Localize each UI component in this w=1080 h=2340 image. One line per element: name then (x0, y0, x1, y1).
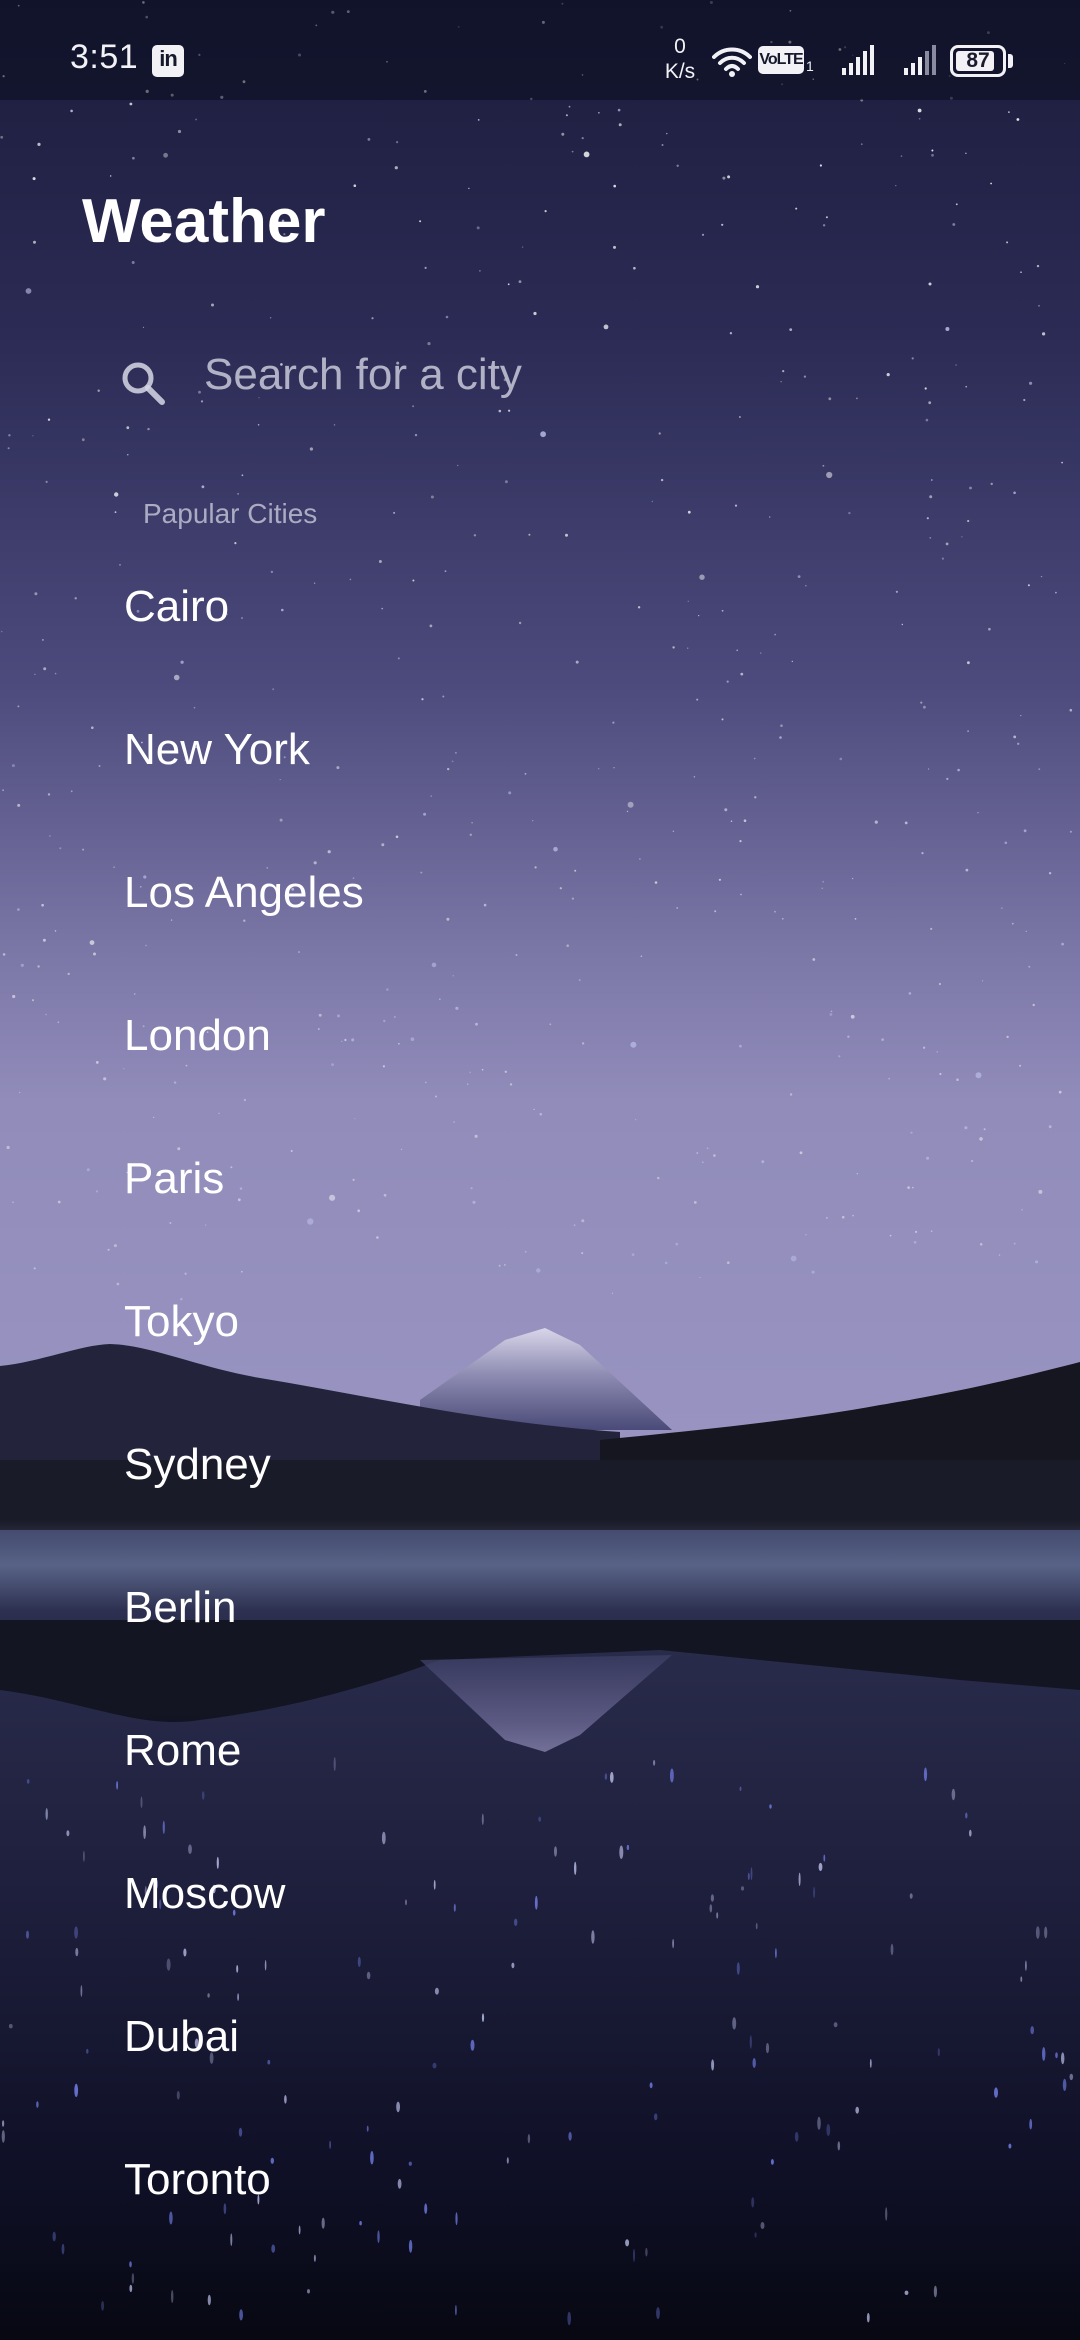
status-time: 3:51 (70, 38, 139, 76)
network-speed-value: 0 (674, 35, 686, 58)
city-item[interactable]: Tokyo (0, 1255, 1080, 1398)
search-bar[interactable] (100, 320, 980, 430)
network-speed: 0 K/s (656, 34, 704, 84)
city-item[interactable]: Dubai (0, 1970, 1080, 2113)
battery-level: 87 (966, 49, 990, 72)
city-list: Cairo New York Los Angeles London Paris Tokyo… (0, 540, 1080, 2256)
linkedin-icon: in (152, 45, 184, 77)
battery-icon: 87 (950, 45, 1006, 77)
volte-icon: VoLTE (758, 46, 804, 74)
wifi-icon (712, 47, 752, 77)
search-icon (122, 362, 165, 405)
city-item[interactable]: Rome (0, 1684, 1080, 1827)
status-bar: 3:51 in 0 K/s VoLTE 1 87 (0, 0, 1080, 100)
search-input[interactable] (204, 340, 964, 410)
page-title: Weather (82, 187, 326, 256)
city-item[interactable]: Moscow (0, 1827, 1080, 1970)
city-item[interactable]: New York (0, 683, 1080, 826)
city-item[interactable]: Berlin (0, 1541, 1080, 1684)
city-item[interactable]: Cairo (0, 540, 1080, 683)
signal-icon (842, 45, 874, 75)
section-label: Papular Cities (143, 498, 318, 529)
city-item[interactable]: London (0, 969, 1080, 1112)
battery-tip (1008, 54, 1013, 68)
signal-icon (904, 45, 936, 75)
sim-number: 1 (806, 58, 814, 74)
network-speed-unit: K/s (664, 60, 696, 83)
city-item[interactable]: Paris (0, 1112, 1080, 1255)
city-item[interactable]: Sydney (0, 1398, 1080, 1541)
city-item[interactable]: Toronto (0, 2113, 1080, 2256)
city-item[interactable]: Los Angeles (0, 826, 1080, 969)
